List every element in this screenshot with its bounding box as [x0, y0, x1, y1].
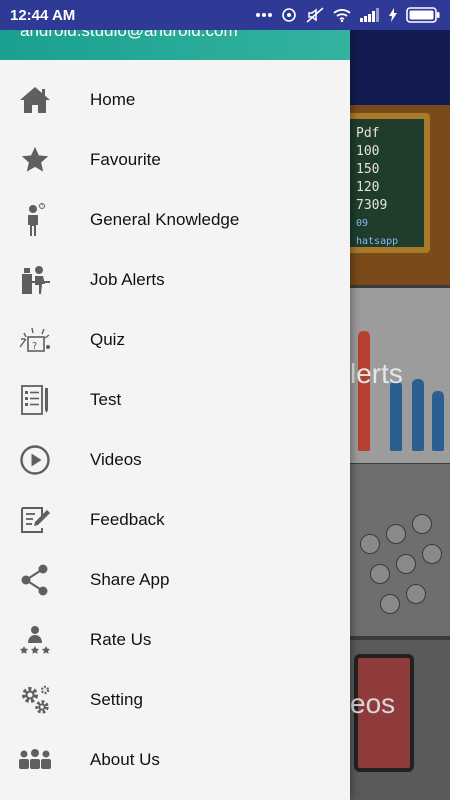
menu-label: Setting — [90, 690, 143, 709]
battery-icon — [406, 7, 440, 23]
test-sheet-icon — [17, 382, 53, 418]
wifi-icon — [333, 8, 351, 22]
card-title: lerts — [350, 358, 403, 389]
figure-image — [432, 391, 444, 451]
star-icon — [17, 142, 53, 178]
answer-bubble — [412, 514, 432, 534]
gears-icon — [17, 682, 53, 718]
mute-icon — [306, 7, 324, 23]
chalk-text: 7309 — [356, 198, 388, 213]
menu-label: About Us — [90, 750, 160, 769]
feedback-icon — [17, 502, 53, 538]
answer-bubble — [370, 564, 390, 584]
answer-bubble — [422, 544, 442, 564]
menu-item-rate-us[interactable]: Rate Us — [0, 610, 350, 670]
figure-image — [412, 379, 424, 451]
background-card-pdf: Pdf 100 150 120 7309 09 hatsapp — [350, 105, 450, 285]
background-toolbar — [350, 30, 450, 105]
play-circle-icon — [17, 442, 53, 478]
status-icons — [256, 7, 440, 23]
chalk-text: 120 — [356, 180, 380, 195]
card-title: eos — [350, 688, 396, 719]
answer-bubble — [396, 554, 416, 574]
charging-icon — [389, 8, 397, 22]
quiz-icon: ? — [17, 322, 53, 358]
chalk-text: 100 — [356, 144, 380, 159]
status-time: 12:44 AM — [10, 6, 76, 24]
background-app: Pdf 100 150 120 7309 09 hatsapp lerts eo… — [350, 30, 450, 800]
menu-item-videos[interactable]: Videos — [0, 430, 350, 490]
chalkboard-image: Pdf 100 150 120 7309 09 hatsapp — [350, 113, 430, 253]
chalk-text: 150 — [356, 162, 380, 177]
rate-us-icon — [17, 622, 53, 658]
drawer-menu: Home Favourite ? General Knowledge Job A… — [0, 70, 350, 790]
menu-label: Share App — [90, 570, 170, 589]
menu-label: Job Alerts — [90, 270, 165, 289]
menu-item-home[interactable]: Home — [0, 70, 350, 130]
share-icon — [17, 562, 53, 598]
hotspot-icon — [281, 7, 297, 23]
menu-label: Home — [90, 90, 136, 109]
menu-item-test[interactable]: Test — [0, 370, 350, 430]
menu-item-about-us[interactable]: About Us — [0, 730, 350, 790]
menu-item-general-knowledge[interactable]: ? General Knowledge — [0, 190, 350, 250]
drawer-email: android.studio@android.com — [20, 30, 238, 40]
background-card-videos: eos — [350, 640, 450, 800]
menu-item-share-app[interactable]: Share App — [0, 550, 350, 610]
menu-label: Feedback — [90, 510, 165, 529]
menu-label: General Knowledge — [90, 210, 240, 229]
menu-label: Rate Us — [90, 630, 152, 649]
svg-text:?: ? — [41, 204, 43, 209]
chalk-text: Pdf — [356, 126, 380, 141]
answer-bubble — [386, 524, 406, 544]
menu-item-favourite[interactable]: Favourite — [0, 130, 350, 190]
menu-item-quiz[interactable]: ? Quiz — [0, 310, 350, 370]
menu-label: Videos — [90, 450, 142, 469]
menu-item-job-alerts[interactable]: Job Alerts — [0, 250, 350, 310]
answer-bubble — [380, 594, 400, 614]
navigation-drawer: android.studio@android.com Home Favourit… — [0, 30, 350, 800]
menu-item-setting[interactable]: Setting — [0, 670, 350, 730]
chalk-text: hatsapp — [356, 236, 399, 247]
more-dots-icon — [256, 12, 272, 18]
home-icon — [17, 82, 53, 118]
people-group-icon — [17, 742, 53, 778]
drawer-header: android.studio@android.com — [0, 30, 350, 60]
menu-label: Favourite — [90, 150, 161, 169]
figure-image — [390, 381, 402, 451]
figure-image — [358, 331, 370, 451]
background-card-quiz — [350, 464, 450, 636]
svg-text:?: ? — [32, 341, 37, 352]
signal-icon — [360, 8, 380, 22]
background-card-job-alerts: lerts — [350, 288, 450, 463]
thinking-person-icon: ? — [17, 202, 53, 238]
menu-label: Test — [90, 390, 122, 409]
menu-item-feedback[interactable]: Feedback — [0, 490, 350, 550]
chalk-text: 09 — [356, 218, 369, 229]
menu-label: Quiz — [90, 330, 125, 349]
answer-bubble — [406, 584, 426, 604]
answer-bubble — [360, 534, 380, 554]
status-bar: 12:44 AM — [0, 0, 450, 30]
worker-desk-icon — [17, 262, 53, 298]
